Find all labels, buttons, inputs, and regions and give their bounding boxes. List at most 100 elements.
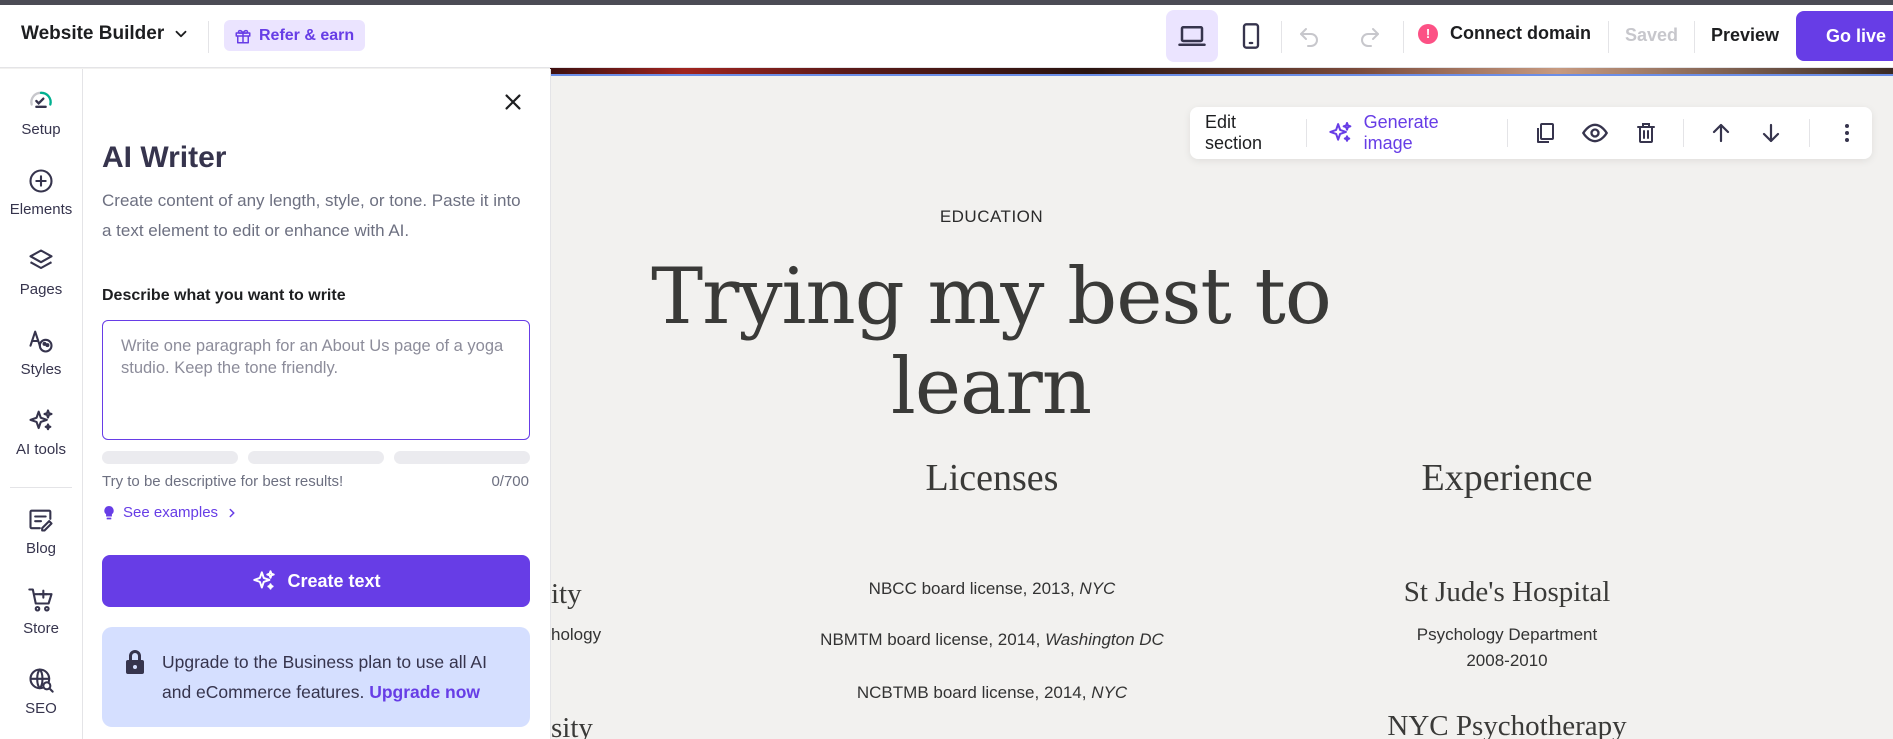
meter-segment bbox=[248, 451, 384, 464]
create-text-button[interactable]: Create text bbox=[102, 555, 530, 607]
prompt-quality-meter bbox=[102, 451, 530, 464]
license-item[interactable]: NBMTM board license, 2014, Washington DC bbox=[772, 627, 1212, 652]
prompt-textarea[interactable] bbox=[102, 320, 530, 440]
education-detail-partial[interactable]: hology bbox=[551, 622, 611, 647]
edit-section-button[interactable]: Edit section bbox=[1205, 112, 1294, 154]
more-vertical-icon bbox=[1844, 124, 1849, 142]
arrow-down-icon bbox=[1763, 123, 1780, 143]
rail-item-seo[interactable]: SEO bbox=[0, 666, 82, 717]
education-heading-partial[interactable]: sity bbox=[551, 712, 593, 739]
website-builder-menu[interactable]: Website Builder bbox=[21, 23, 190, 45]
meter-segment bbox=[102, 451, 238, 464]
more-options-button[interactable] bbox=[1830, 115, 1864, 151]
rail-item-store[interactable]: Store bbox=[0, 586, 82, 637]
generate-image-button[interactable]: Generate image bbox=[1327, 112, 1487, 154]
seo-globe-icon bbox=[29, 668, 54, 693]
close-panel-button[interactable] bbox=[498, 87, 528, 117]
move-down-button[interactable] bbox=[1754, 115, 1788, 151]
rail-label: Blog bbox=[25, 540, 57, 557]
divider bbox=[1305, 119, 1307, 147]
refer-earn-label: Refer & earn bbox=[259, 26, 355, 44]
divider bbox=[1281, 21, 1282, 53]
meter-segment bbox=[394, 451, 530, 464]
rail-label: Styles bbox=[20, 361, 62, 378]
upgrade-banner: Upgrade to the Business plan to use all … bbox=[102, 627, 530, 727]
move-up-button[interactable] bbox=[1704, 115, 1738, 151]
saved-status: Saved bbox=[1625, 25, 1679, 45]
education-heading-partial[interactable]: ity bbox=[551, 578, 582, 611]
arrow-up-icon bbox=[1712, 123, 1730, 143]
rail-label: Pages bbox=[19, 281, 63, 298]
preview-button[interactable]: Preview bbox=[1711, 25, 1779, 46]
rail-label: Setup bbox=[21, 121, 61, 138]
upgrade-now-link[interactable]: Upgrade now bbox=[369, 682, 480, 702]
rail-item-ai-tools[interactable]: AI tools bbox=[0, 407, 82, 458]
section-eyebrow[interactable]: EDUCATION bbox=[870, 207, 1113, 227]
mobile-icon bbox=[1242, 23, 1260, 49]
generate-image-label: Generate image bbox=[1363, 112, 1439, 153]
left-rail: Setup Elements Pages Styles AI tools Blo… bbox=[0, 69, 83, 739]
experience-place[interactable]: St Jude's Hospital bbox=[1307, 576, 1707, 609]
license-place: NYC bbox=[1079, 579, 1116, 598]
rail-item-pages[interactable]: Pages bbox=[0, 247, 82, 298]
divider bbox=[1608, 21, 1609, 53]
see-examples-label: See examples bbox=[123, 504, 219, 521]
divider bbox=[208, 21, 209, 53]
eye-icon bbox=[1582, 123, 1609, 143]
license-place: NYC bbox=[1091, 683, 1128, 702]
see-examples-link[interactable]: See examples bbox=[102, 504, 239, 521]
undo-button[interactable] bbox=[1294, 22, 1324, 52]
hide-section-button[interactable] bbox=[1578, 115, 1612, 151]
layers-icon bbox=[29, 249, 53, 270]
desktop-view-button[interactable] bbox=[1166, 10, 1218, 62]
license-item[interactable]: NCBTMB board license, 2014, NYC bbox=[772, 680, 1212, 705]
undo-icon bbox=[1300, 28, 1318, 47]
top-bar: Website Builder Refer & earn ! Connect d… bbox=[0, 5, 1893, 68]
hero-image-strip bbox=[550, 68, 1893, 76]
redo-button[interactable] bbox=[1355, 22, 1385, 52]
create-text-label: Create text bbox=[287, 570, 381, 591]
rail-item-setup[interactable]: Setup bbox=[0, 87, 82, 138]
connect-domain-button[interactable]: ! Connect domain bbox=[1418, 23, 1591, 44]
palette-font-icon bbox=[29, 330, 53, 353]
cart-icon bbox=[28, 588, 53, 612]
experience-years[interactable]: 2008-2010 bbox=[1357, 648, 1657, 673]
plus-circle-icon bbox=[29, 169, 53, 193]
experience-heading[interactable]: Experience bbox=[1357, 456, 1657, 500]
rail-divider bbox=[10, 487, 72, 488]
character-counter: 0/700 bbox=[491, 473, 529, 490]
copy-icon bbox=[1536, 123, 1554, 143]
connect-domain-label: Connect domain bbox=[1450, 23, 1592, 43]
brand-label: Website Builder bbox=[21, 23, 165, 44]
license-text: NBCC board license, 2013, bbox=[868, 579, 1075, 598]
divider bbox=[1808, 119, 1810, 147]
duplicate-section-button[interactable] bbox=[1528, 115, 1562, 151]
laptop-icon bbox=[1178, 26, 1206, 46]
prompt-label: Describe what you want to write bbox=[102, 287, 346, 304]
panel-title: AI Writer bbox=[102, 141, 227, 174]
gift-icon bbox=[235, 29, 251, 43]
delete-section-button[interactable] bbox=[1628, 115, 1662, 151]
refer-earn-button[interactable]: Refer & earn bbox=[224, 20, 366, 51]
rail-item-styles[interactable]: Styles bbox=[0, 327, 82, 378]
license-place: Washington DC bbox=[1045, 630, 1164, 649]
panel-description: Create content of any length, style, or … bbox=[102, 191, 521, 240]
rail-label: Store bbox=[23, 620, 59, 637]
close-icon bbox=[505, 94, 521, 110]
lightbulb-icon bbox=[104, 505, 114, 519]
licenses-heading[interactable]: Licenses bbox=[842, 456, 1142, 500]
blog-edit-icon bbox=[29, 509, 53, 532]
license-item[interactable]: NBCC board license, 2013, NYC bbox=[772, 576, 1212, 601]
divider bbox=[1682, 119, 1684, 147]
experience-place[interactable]: NYC Psychotherapy bbox=[1307, 710, 1707, 739]
setup-gauge-icon bbox=[30, 91, 52, 109]
mobile-view-button[interactable] bbox=[1225, 10, 1277, 62]
section-headline[interactable]: Trying my best to learn bbox=[551, 252, 1431, 432]
rail-item-blog[interactable]: Blog bbox=[0, 506, 82, 557]
alert-icon: ! bbox=[1418, 23, 1438, 44]
go-live-button[interactable]: Go live bbox=[1796, 11, 1893, 61]
rail-item-elements[interactable]: Elements bbox=[0, 167, 82, 218]
chevron-right-icon bbox=[229, 508, 235, 517]
divider bbox=[1403, 21, 1404, 53]
experience-department[interactable]: Psychology Department bbox=[1357, 622, 1657, 647]
